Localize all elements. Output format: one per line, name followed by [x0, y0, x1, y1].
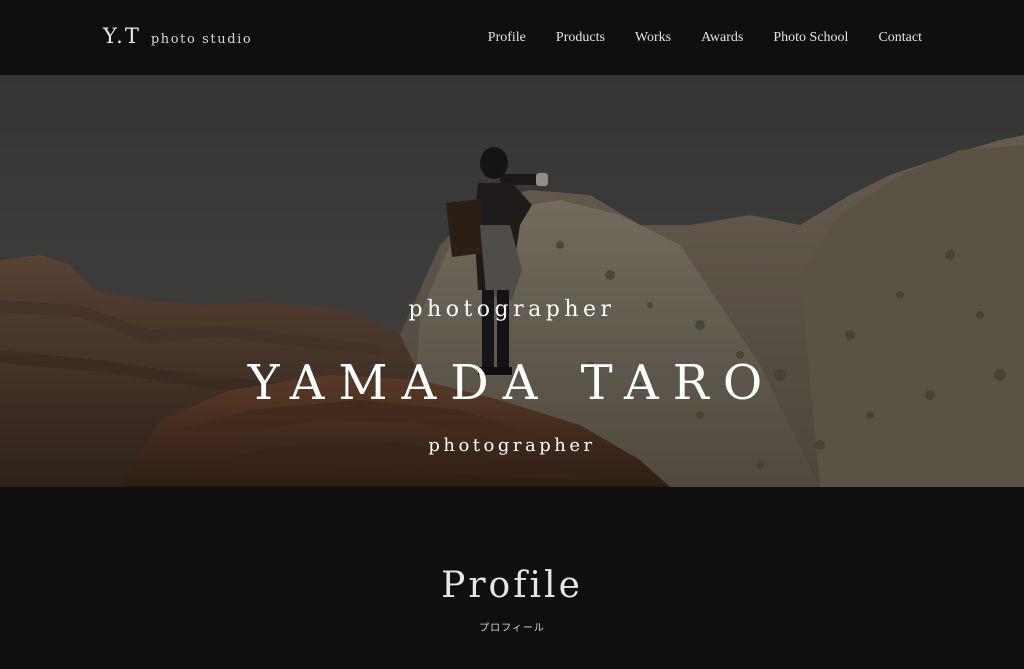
- hero-role-top: photographer: [408, 297, 616, 322]
- nav-item-products[interactable]: Products: [556, 30, 605, 46]
- hero-text: photographer YAMADA TARO photographer: [0, 75, 1024, 487]
- logo-subtitle: photo studio: [150, 32, 253, 47]
- logo-mark: Y.T: [103, 24, 141, 48]
- nav-item-photo-school[interactable]: Photo School: [773, 30, 848, 46]
- hero-section: photographer YAMADA TARO photographer: [0, 75, 1024, 487]
- section-title: Profile: [441, 565, 583, 606]
- section-subtitle: プロフィール: [479, 623, 545, 634]
- hero-role-bottom: photographer: [428, 435, 596, 456]
- site-header: Y.T photo studio Profile Products Works …: [0, 0, 1024, 75]
- site-logo[interactable]: Y.T photo studio: [103, 24, 252, 48]
- nav-item-profile[interactable]: Profile: [488, 30, 526, 46]
- profile-section: Profile プロフィール: [0, 487, 1024, 669]
- main-nav: Profile Products Works Awards Photo Scho…: [488, 30, 922, 46]
- nav-item-contact[interactable]: Contact: [878, 30, 922, 46]
- nav-item-awards[interactable]: Awards: [701, 30, 743, 46]
- nav-item-works[interactable]: Works: [635, 30, 671, 46]
- hero-name: YAMADA TARO: [247, 355, 777, 411]
